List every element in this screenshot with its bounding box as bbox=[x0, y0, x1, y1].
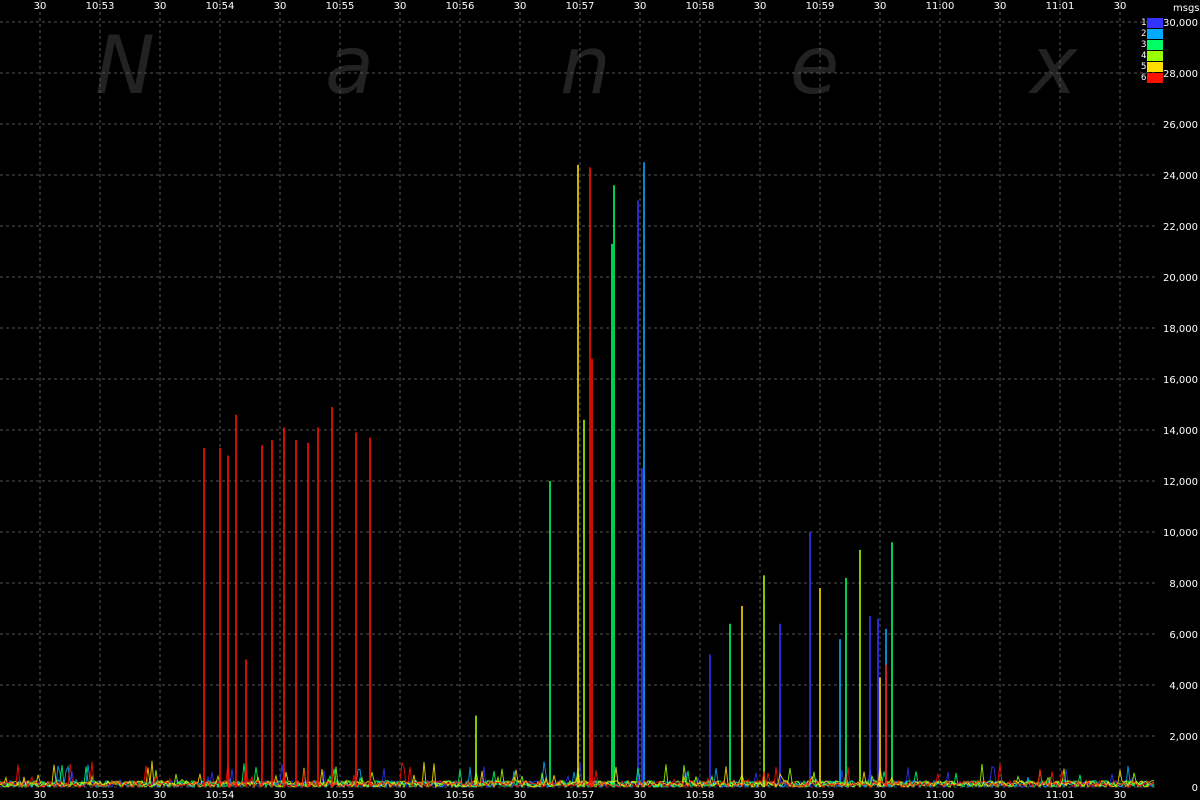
x-tick-label-bottom: 10:53 bbox=[86, 790, 115, 800]
y-tick-label: 0 bbox=[1192, 783, 1198, 794]
x-tick-label-bottom: 30 bbox=[994, 790, 1007, 800]
x-tick-label-bottom: 10:57 bbox=[566, 790, 595, 800]
x-tick-label-bottom: 10:58 bbox=[686, 790, 715, 800]
x-tick-label-top: 10:53 bbox=[86, 1, 115, 12]
x-tick-label-top: 10:59 bbox=[806, 1, 835, 12]
y-tick-label: 24,000 bbox=[1163, 171, 1198, 182]
legend-label: 5 bbox=[1141, 62, 1146, 72]
x-tick-label-top: 10:57 bbox=[566, 1, 595, 12]
x-tick-label-top: 30 bbox=[874, 1, 887, 12]
x-tick-label-top: 30 bbox=[634, 1, 647, 12]
x-tick-label-bottom: 11:00 bbox=[926, 790, 955, 800]
y-tick-label: 16,000 bbox=[1163, 375, 1198, 386]
unit-label: msgs bbox=[1173, 3, 1200, 14]
y-tick-label: 20,000 bbox=[1163, 273, 1198, 284]
y-tick-label: 4,000 bbox=[1169, 681, 1198, 692]
legend-label: 4 bbox=[1141, 51, 1146, 61]
x-tick-label-bottom: 30 bbox=[34, 790, 47, 800]
x-tick-label-bottom: 10:56 bbox=[446, 790, 475, 800]
x-tick-label-bottom: 30 bbox=[514, 790, 527, 800]
y-tick-label: 2,000 bbox=[1169, 732, 1198, 743]
legend-swatch bbox=[1147, 62, 1163, 72]
x-tick-label-top: 30 bbox=[994, 1, 1007, 12]
x-tick-label-top: 30 bbox=[1114, 1, 1127, 12]
y-tick-label: 30,000 bbox=[1163, 18, 1198, 29]
legend-swatch bbox=[1147, 18, 1163, 28]
message-rate-chart: Nanex 30 10:53 30 10:54 30 10:55 30 10:56 30 10:5… bbox=[0, 0, 1200, 800]
x-tick-label-bottom: 30 bbox=[394, 790, 407, 800]
x-tick-label-bottom: 30 bbox=[1114, 790, 1127, 800]
x-tick-label-top: 30 bbox=[34, 1, 47, 12]
watermark-letter: e bbox=[790, 19, 839, 112]
x-tick-label-top: 10:56 bbox=[446, 1, 475, 12]
x-tick-label-top: 10:55 bbox=[326, 1, 355, 12]
y-tick-label: 14,000 bbox=[1163, 426, 1198, 437]
chart-background bbox=[0, 0, 1200, 800]
y-tick-label: 22,000 bbox=[1163, 222, 1198, 233]
watermark-letter: a bbox=[325, 19, 374, 112]
watermark-letter: x bbox=[1027, 19, 1079, 112]
x-tick-label-bottom: 30 bbox=[754, 790, 767, 800]
watermark-letter: n bbox=[560, 19, 611, 112]
legend-label: 1 bbox=[1141, 18, 1146, 28]
x-tick-label-bottom: 30 bbox=[154, 790, 167, 800]
watermark-letter: N bbox=[95, 19, 155, 112]
legend-swatch bbox=[1147, 29, 1163, 39]
legend-swatch bbox=[1147, 40, 1163, 50]
y-tick-label: 10,000 bbox=[1163, 528, 1198, 539]
legend-label: 6 bbox=[1141, 73, 1146, 83]
legend-swatch bbox=[1147, 73, 1163, 83]
x-tick-label-bottom: 30 bbox=[274, 790, 287, 800]
legend-label: 3 bbox=[1141, 40, 1146, 50]
y-tick-label: 8,000 bbox=[1169, 579, 1198, 590]
x-tick-label-top: 30 bbox=[754, 1, 767, 12]
y-tick-label: 18,000 bbox=[1163, 324, 1198, 335]
x-tick-label-top: 30 bbox=[514, 1, 527, 12]
x-tick-label-top: 30 bbox=[394, 1, 407, 12]
legend-swatch bbox=[1147, 51, 1163, 61]
legend-label: 2 bbox=[1141, 29, 1146, 39]
y-tick-label: 28,000 bbox=[1163, 69, 1198, 80]
x-tick-label-bottom: 30 bbox=[874, 790, 887, 800]
x-tick-label-top: 11:00 bbox=[926, 1, 955, 12]
x-tick-label-bottom: 10:54 bbox=[206, 790, 235, 800]
x-tick-label-bottom: 10:59 bbox=[806, 790, 835, 800]
x-tick-label-bottom: 10:55 bbox=[326, 790, 355, 800]
y-tick-label: 12,000 bbox=[1163, 477, 1198, 488]
x-tick-label-bottom: 11:01 bbox=[1046, 790, 1075, 800]
x-tick-label-top: 11:01 bbox=[1046, 1, 1075, 12]
x-tick-label-top: 10:54 bbox=[206, 1, 235, 12]
x-tick-label-bottom: 30 bbox=[634, 790, 647, 800]
y-tick-label: 26,000 bbox=[1163, 120, 1198, 131]
x-tick-label-top: 10:58 bbox=[686, 1, 715, 12]
x-tick-label-top: 30 bbox=[154, 1, 167, 12]
y-tick-label: 6,000 bbox=[1169, 630, 1198, 641]
x-tick-label-top: 30 bbox=[274, 1, 287, 12]
